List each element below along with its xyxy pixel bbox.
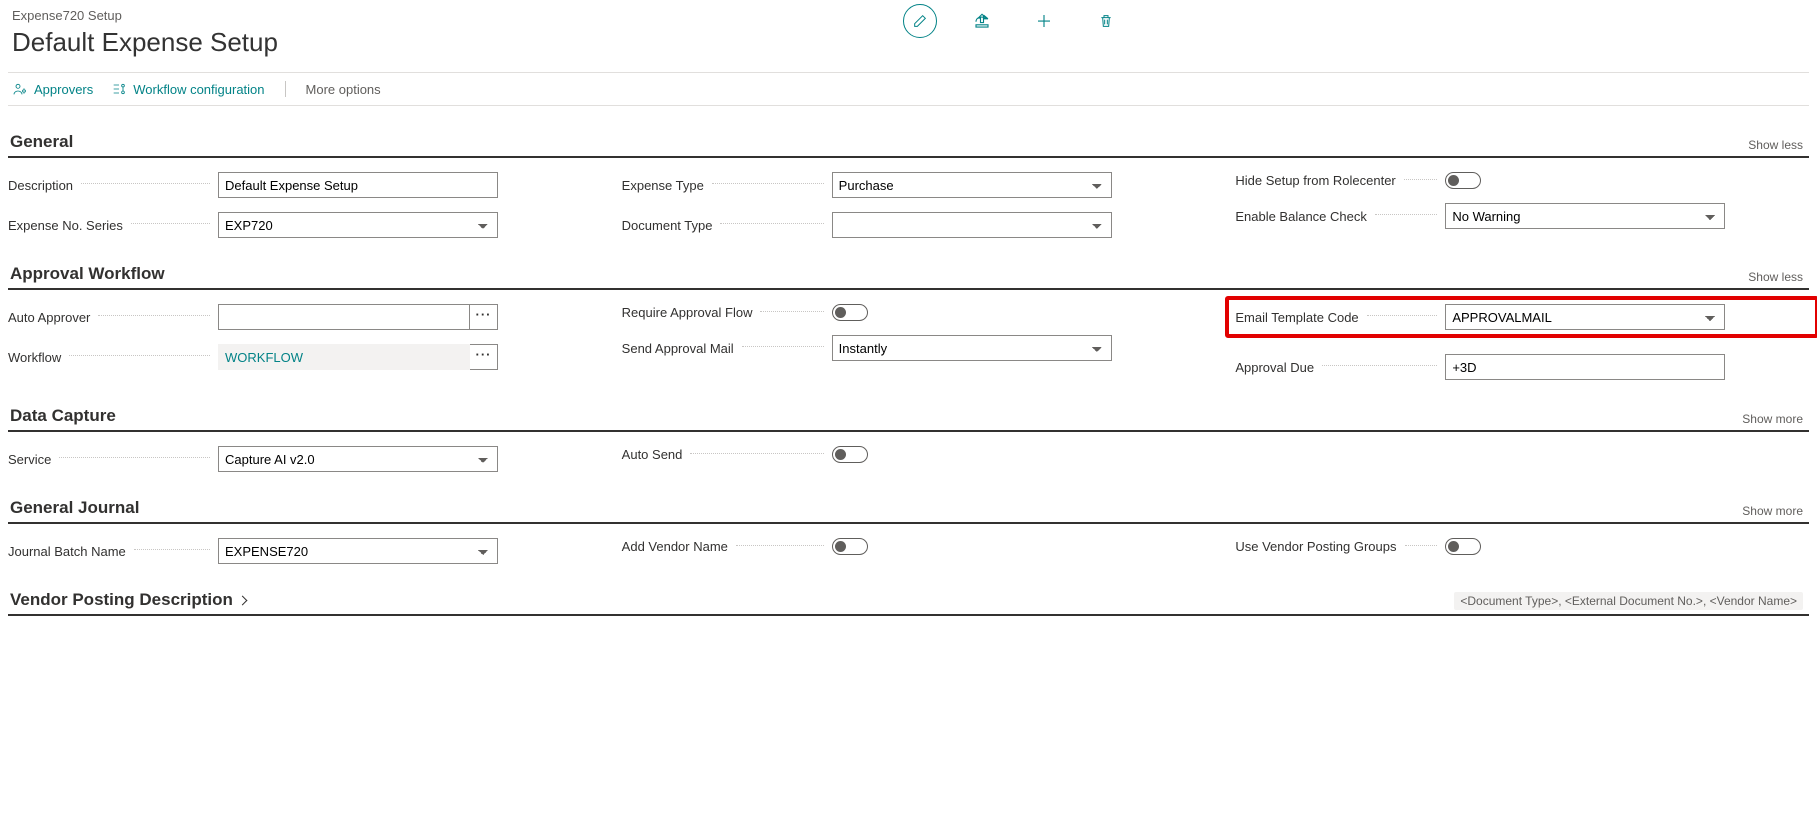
email-template-highlight: Email Template Code APPROVALMAIL: [1225, 296, 1817, 338]
workflow-lookup-button[interactable]: ···: [470, 344, 498, 370]
journal-batch-name-label: Journal Batch Name: [8, 544, 126, 559]
show-less-approval[interactable]: Show less: [1748, 270, 1807, 284]
section-title-general-journal: General Journal: [10, 498, 139, 518]
enable-balance-label: Enable Balance Check: [1235, 209, 1367, 224]
workflow-config-action[interactable]: Workflow configuration: [111, 81, 264, 97]
use-vendor-posting-groups-toggle[interactable]: [1445, 538, 1481, 555]
expense-type-label: Expense Type: [622, 178, 704, 193]
section-vendor-posting-description: Vendor Posting Description <Document Typ…: [8, 590, 1809, 616]
approvers-action[interactable]: Approvers: [12, 81, 93, 97]
approval-due-input[interactable]: [1445, 354, 1725, 380]
section-title-general: General: [10, 132, 73, 152]
workflow-input[interactable]: [218, 344, 470, 370]
expense-no-series-label: Expense No. Series: [8, 218, 123, 233]
section-title-vendor-posting[interactable]: Vendor Posting Description: [10, 590, 246, 610]
auto-approver-lookup-button[interactable]: ···: [470, 304, 498, 330]
show-more-general-journal[interactable]: Show more: [1742, 504, 1807, 518]
workflow-label: Workflow: [8, 350, 61, 365]
user-settings-icon: [12, 81, 28, 97]
auto-approver-label: Auto Approver: [8, 310, 90, 325]
share-button[interactable]: [965, 4, 999, 38]
add-vendor-name-label: Add Vendor Name: [622, 539, 728, 554]
approval-due-label: Approval Due: [1235, 360, 1314, 375]
new-button[interactable]: [1027, 4, 1061, 38]
workflow-config-label: Workflow configuration: [133, 82, 264, 97]
document-type-label: Document Type: [622, 218, 713, 233]
delete-button[interactable]: [1089, 4, 1123, 38]
service-label: Service: [8, 452, 51, 467]
email-template-code-select[interactable]: APPROVALMAIL: [1445, 304, 1725, 330]
action-bar-divider: [285, 81, 286, 97]
document-type-select[interactable]: [832, 212, 1112, 238]
section-title-data-capture: Data Capture: [10, 406, 116, 426]
auto-send-label: Auto Send: [622, 447, 683, 462]
section-data-capture: Data Capture Show more Service Capture A…: [8, 406, 1809, 472]
expense-type-select[interactable]: Purchase: [832, 172, 1112, 198]
action-bar: Approvers Workflow configuration More op…: [8, 73, 1809, 106]
section-approval-workflow: Approval Workflow Show less Auto Approve…: [8, 264, 1809, 380]
show-more-data-capture[interactable]: Show more: [1742, 412, 1807, 426]
expense-no-series-select[interactable]: EXP720: [218, 212, 498, 238]
require-approval-flow-label: Require Approval Flow: [622, 305, 753, 320]
use-vendor-posting-groups-label: Use Vendor Posting Groups: [1235, 539, 1396, 554]
hide-setup-toggle[interactable]: [1445, 172, 1481, 189]
send-approval-mail-select[interactable]: Instantly: [832, 335, 1112, 361]
show-less-general[interactable]: Show less: [1748, 138, 1807, 152]
auto-send-toggle[interactable]: [832, 446, 868, 463]
section-general-journal: General Journal Show more Journal Batch …: [8, 498, 1809, 564]
send-approval-mail-label: Send Approval Mail: [622, 341, 734, 356]
enable-balance-select[interactable]: No Warning: [1445, 203, 1725, 229]
journal-batch-name-select[interactable]: EXPENSE720: [218, 538, 498, 564]
require-approval-flow-toggle[interactable]: [832, 304, 868, 321]
description-input[interactable]: [218, 172, 498, 198]
vendor-posting-summary: <Document Type>, <External Document No.>…: [1454, 592, 1803, 610]
section-general: General Show less Description Expense No…: [8, 132, 1809, 238]
description-label: Description: [8, 178, 73, 193]
service-select[interactable]: Capture AI v2.0: [218, 446, 498, 472]
add-vendor-name-toggle[interactable]: [832, 538, 868, 555]
workflow-icon: [111, 81, 127, 97]
email-template-code-label: Email Template Code: [1235, 310, 1358, 325]
more-options-action[interactable]: More options: [306, 82, 381, 97]
approvers-label: Approvers: [34, 82, 93, 97]
section-title-approval: Approval Workflow: [10, 264, 165, 284]
hide-setup-label: Hide Setup from Rolecenter: [1235, 173, 1395, 188]
edit-button[interactable]: [903, 4, 937, 38]
auto-approver-input[interactable]: [218, 304, 470, 330]
